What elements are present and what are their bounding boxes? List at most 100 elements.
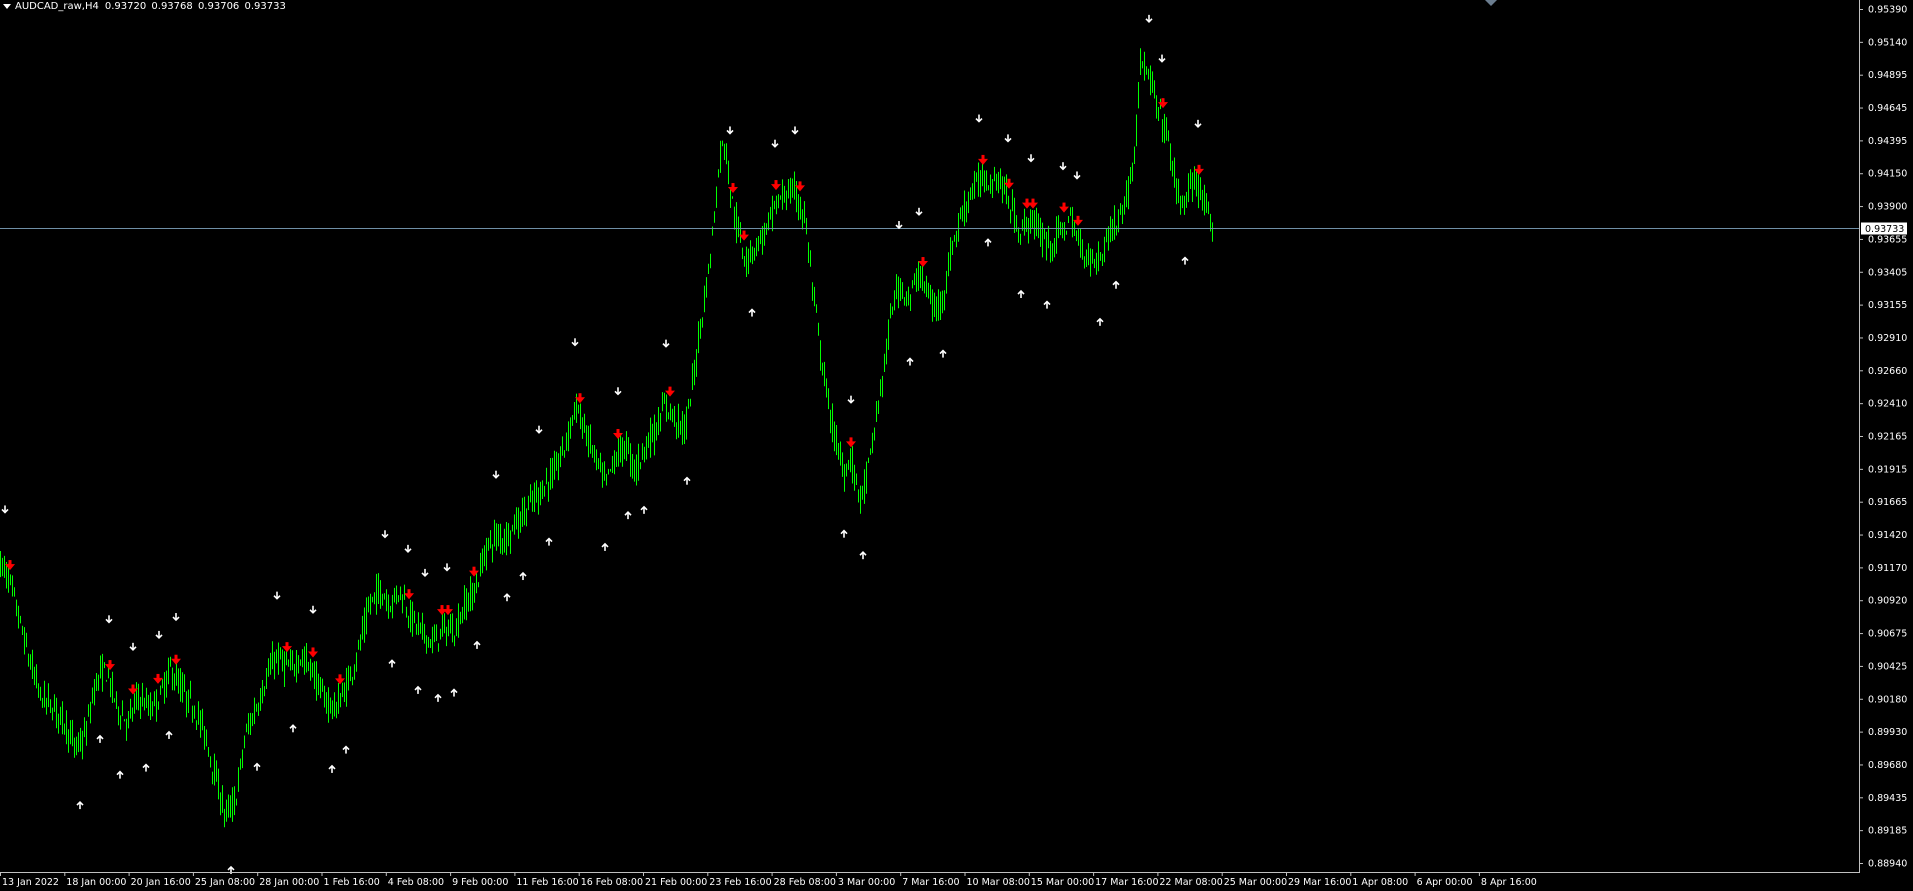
red-down-arrow-icon (771, 180, 781, 191)
price-label: 0.92410 (1868, 399, 1907, 410)
red-down-arrow-icon (153, 673, 163, 684)
time-label: 10 Mar 08:00 (967, 877, 1030, 888)
red-down-arrow-icon (1158, 98, 1168, 109)
white-up-arrow-icon (748, 308, 756, 317)
red-down-arrow-icon (469, 566, 479, 577)
chart-window[interactable]: 0.95390 0.95140 0.94895 0.94645 0.94395 0.941… (0, 0, 1913, 891)
red-down-arrow-icon (404, 589, 414, 600)
white-up-arrow-icon (76, 800, 84, 810)
white-down-arrow-icon (1059, 162, 1067, 171)
price-label: 0.88940 (1868, 859, 1907, 870)
white-down-arrow-icon (443, 563, 451, 572)
time-label: 20 Jan 16:00 (131, 877, 191, 888)
time-label: 25 Mar 00:00 (1224, 877, 1287, 888)
white-down-arrow-icon (404, 544, 412, 553)
price-label: 0.93405 (1868, 267, 1907, 278)
white-up-arrow-icon (116, 770, 124, 779)
price-label: 0.91665 (1868, 497, 1907, 508)
white-up-arrow-icon (683, 476, 691, 485)
price-label: 0.91915 (1868, 464, 1907, 475)
white-up-arrow-icon (1181, 256, 1189, 265)
white-down-arrow-icon (1194, 119, 1202, 128)
red-down-arrow-icon (1059, 202, 1069, 213)
price-label: 0.90180 (1868, 694, 1907, 705)
white-down-arrow-icon (172, 613, 180, 622)
time-label: 1 Apr 08:00 (1352, 877, 1408, 888)
white-down-arrow-icon (726, 126, 734, 135)
white-down-arrow-icon (915, 207, 923, 216)
white-up-arrow-icon (545, 537, 553, 546)
white-up-arrow-icon (1017, 289, 1025, 299)
red-down-arrow-icon (308, 647, 318, 658)
time-axis: 13 Jan 2022 18 Jan 00:00 20 Jan 16:00 25 Ja… (0, 872, 1537, 888)
red-down-arrow-icon (728, 183, 738, 194)
price-label: 0.90425 (1868, 661, 1907, 672)
red-down-arrow-icon (1194, 164, 1204, 175)
red-down-arrow-icon (335, 674, 345, 685)
price-label: 0.91420 (1868, 530, 1907, 541)
white-up-arrow-icon (289, 724, 297, 733)
ohlc-values: 0.93720 0.93768 0.93706 0.93733 (104, 1, 286, 12)
time-label: 21 Feb 00:00 (645, 877, 707, 888)
red-down-arrow-icon (918, 257, 928, 268)
signal-arrows-layer (1, 14, 1204, 874)
price-label: 0.95140 (1868, 37, 1907, 48)
white-up-arrow-icon (142, 763, 150, 772)
white-down-arrow-icon (155, 630, 163, 640)
price-label: 0.89680 (1868, 760, 1907, 771)
price-label: 0.92165 (1868, 432, 1907, 443)
red-down-arrow-icon (978, 154, 988, 165)
white-down-arrow-icon (1145, 14, 1153, 23)
price-label: 0.91170 (1868, 563, 1907, 574)
price-label: 0.93900 (1868, 202, 1907, 213)
white-up-arrow-icon (328, 764, 336, 773)
white-down-arrow-icon (129, 642, 137, 651)
red-down-arrow-icon (171, 654, 181, 665)
white-up-arrow-icon (253, 762, 261, 771)
red-down-arrow-icon (1004, 178, 1014, 189)
white-down-arrow-icon (492, 470, 500, 479)
time-label: 18 Jan 00:00 (66, 877, 126, 888)
white-down-arrow-icon (273, 591, 281, 600)
white-up-arrow-icon (388, 659, 396, 668)
time-label: 17 Mar 16:00 (1095, 877, 1158, 888)
white-up-arrow-icon (624, 511, 632, 520)
white-up-arrow-icon (342, 745, 350, 754)
price-label: 0.90920 (1868, 596, 1907, 607)
white-down-arrow-icon (791, 126, 799, 135)
price-label: 0.90675 (1868, 629, 1907, 640)
white-up-arrow-icon (165, 730, 173, 739)
white-up-arrow-icon (473, 640, 481, 649)
white-down-arrow-icon (381, 530, 389, 539)
white-down-arrow-icon (895, 221, 903, 230)
white-down-arrow-icon (1158, 54, 1166, 63)
price-label: 0.93155 (1868, 300, 1907, 311)
time-label: 15 Mar 00:00 (1031, 877, 1094, 888)
white-down-arrow-icon (662, 339, 670, 348)
time-label: 29 Mar 16:00 (1288, 877, 1351, 888)
white-up-arrow-icon (939, 349, 947, 358)
time-label: 16 Feb 08:00 (581, 877, 643, 888)
triangle-down-icon[interactable] (3, 3, 11, 9)
time-label: 3 Mar 00:00 (838, 877, 895, 888)
time-label: 13 Jan 2022 (2, 877, 59, 888)
red-down-arrow-icon (1028, 198, 1038, 209)
white-up-arrow-icon (859, 551, 867, 560)
white-up-arrow-icon (519, 571, 527, 581)
white-down-arrow-icon (1, 505, 9, 514)
time-label: 8 Apr 16:00 (1481, 877, 1537, 888)
time-label: 11 Feb 16:00 (516, 877, 578, 888)
price-label: 0.94895 (1868, 70, 1907, 81)
price-label: 0.94395 (1868, 136, 1907, 147)
red-down-arrow-icon (846, 437, 856, 448)
time-label: 7 Mar 16:00 (902, 877, 959, 888)
price-label: 0.92910 (1868, 333, 1907, 344)
time-label: 28 Feb 08:00 (774, 877, 836, 888)
white-down-arrow-icon (1027, 154, 1035, 163)
white-down-arrow-icon (535, 425, 543, 434)
chart-canvas[interactable]: 0.95390 0.95140 0.94895 0.94645 0.94395 0.941… (0, 0, 1913, 891)
scroll-marker-icon[interactable] (1485, 0, 1497, 6)
chart-header: AUDCAD_raw,H4 0.93720 0.93768 0.93706 0.9… (3, 1, 286, 12)
time-label: 28 Jan 00:00 (259, 877, 319, 888)
price-label: 0.94150 (1868, 169, 1907, 180)
